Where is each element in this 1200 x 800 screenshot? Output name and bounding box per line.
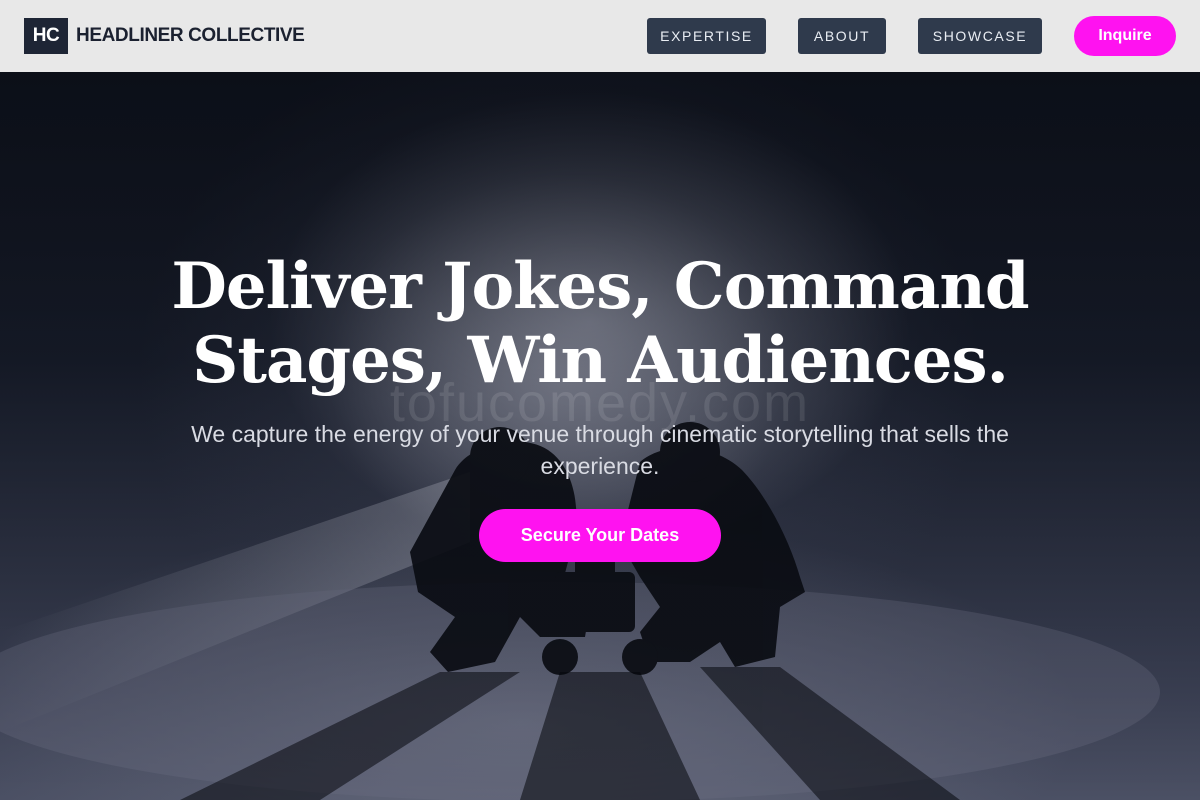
nav-about-button[interactable]: ABOUT: [798, 18, 886, 54]
hero-subtitle: We capture the energy of your venue thro…: [191, 421, 1009, 479]
hero-title-line-1: Deliver Jokes, Command: [171, 249, 1029, 324]
inquire-button[interactable]: Inquire: [1074, 16, 1176, 56]
nav-showcase-button[interactable]: SHOWCASE: [918, 18, 1042, 54]
secure-dates-button[interactable]: Secure Your Dates: [479, 509, 721, 562]
brand-name: HEADLINER COLLECTIVE: [76, 25, 305, 46]
nav-expertise-button[interactable]: EXPERTISE: [647, 18, 766, 54]
logo[interactable]: HC HEADLINER COLLECTIVE: [24, 18, 305, 54]
hero-section: Deliver Jokes, Command Stages, Win Audie…: [0, 72, 1200, 800]
site-header: HC HEADLINER COLLECTIVE EXPERTISE ABOUT …: [0, 0, 1200, 72]
logo-mark: HC: [24, 18, 68, 54]
